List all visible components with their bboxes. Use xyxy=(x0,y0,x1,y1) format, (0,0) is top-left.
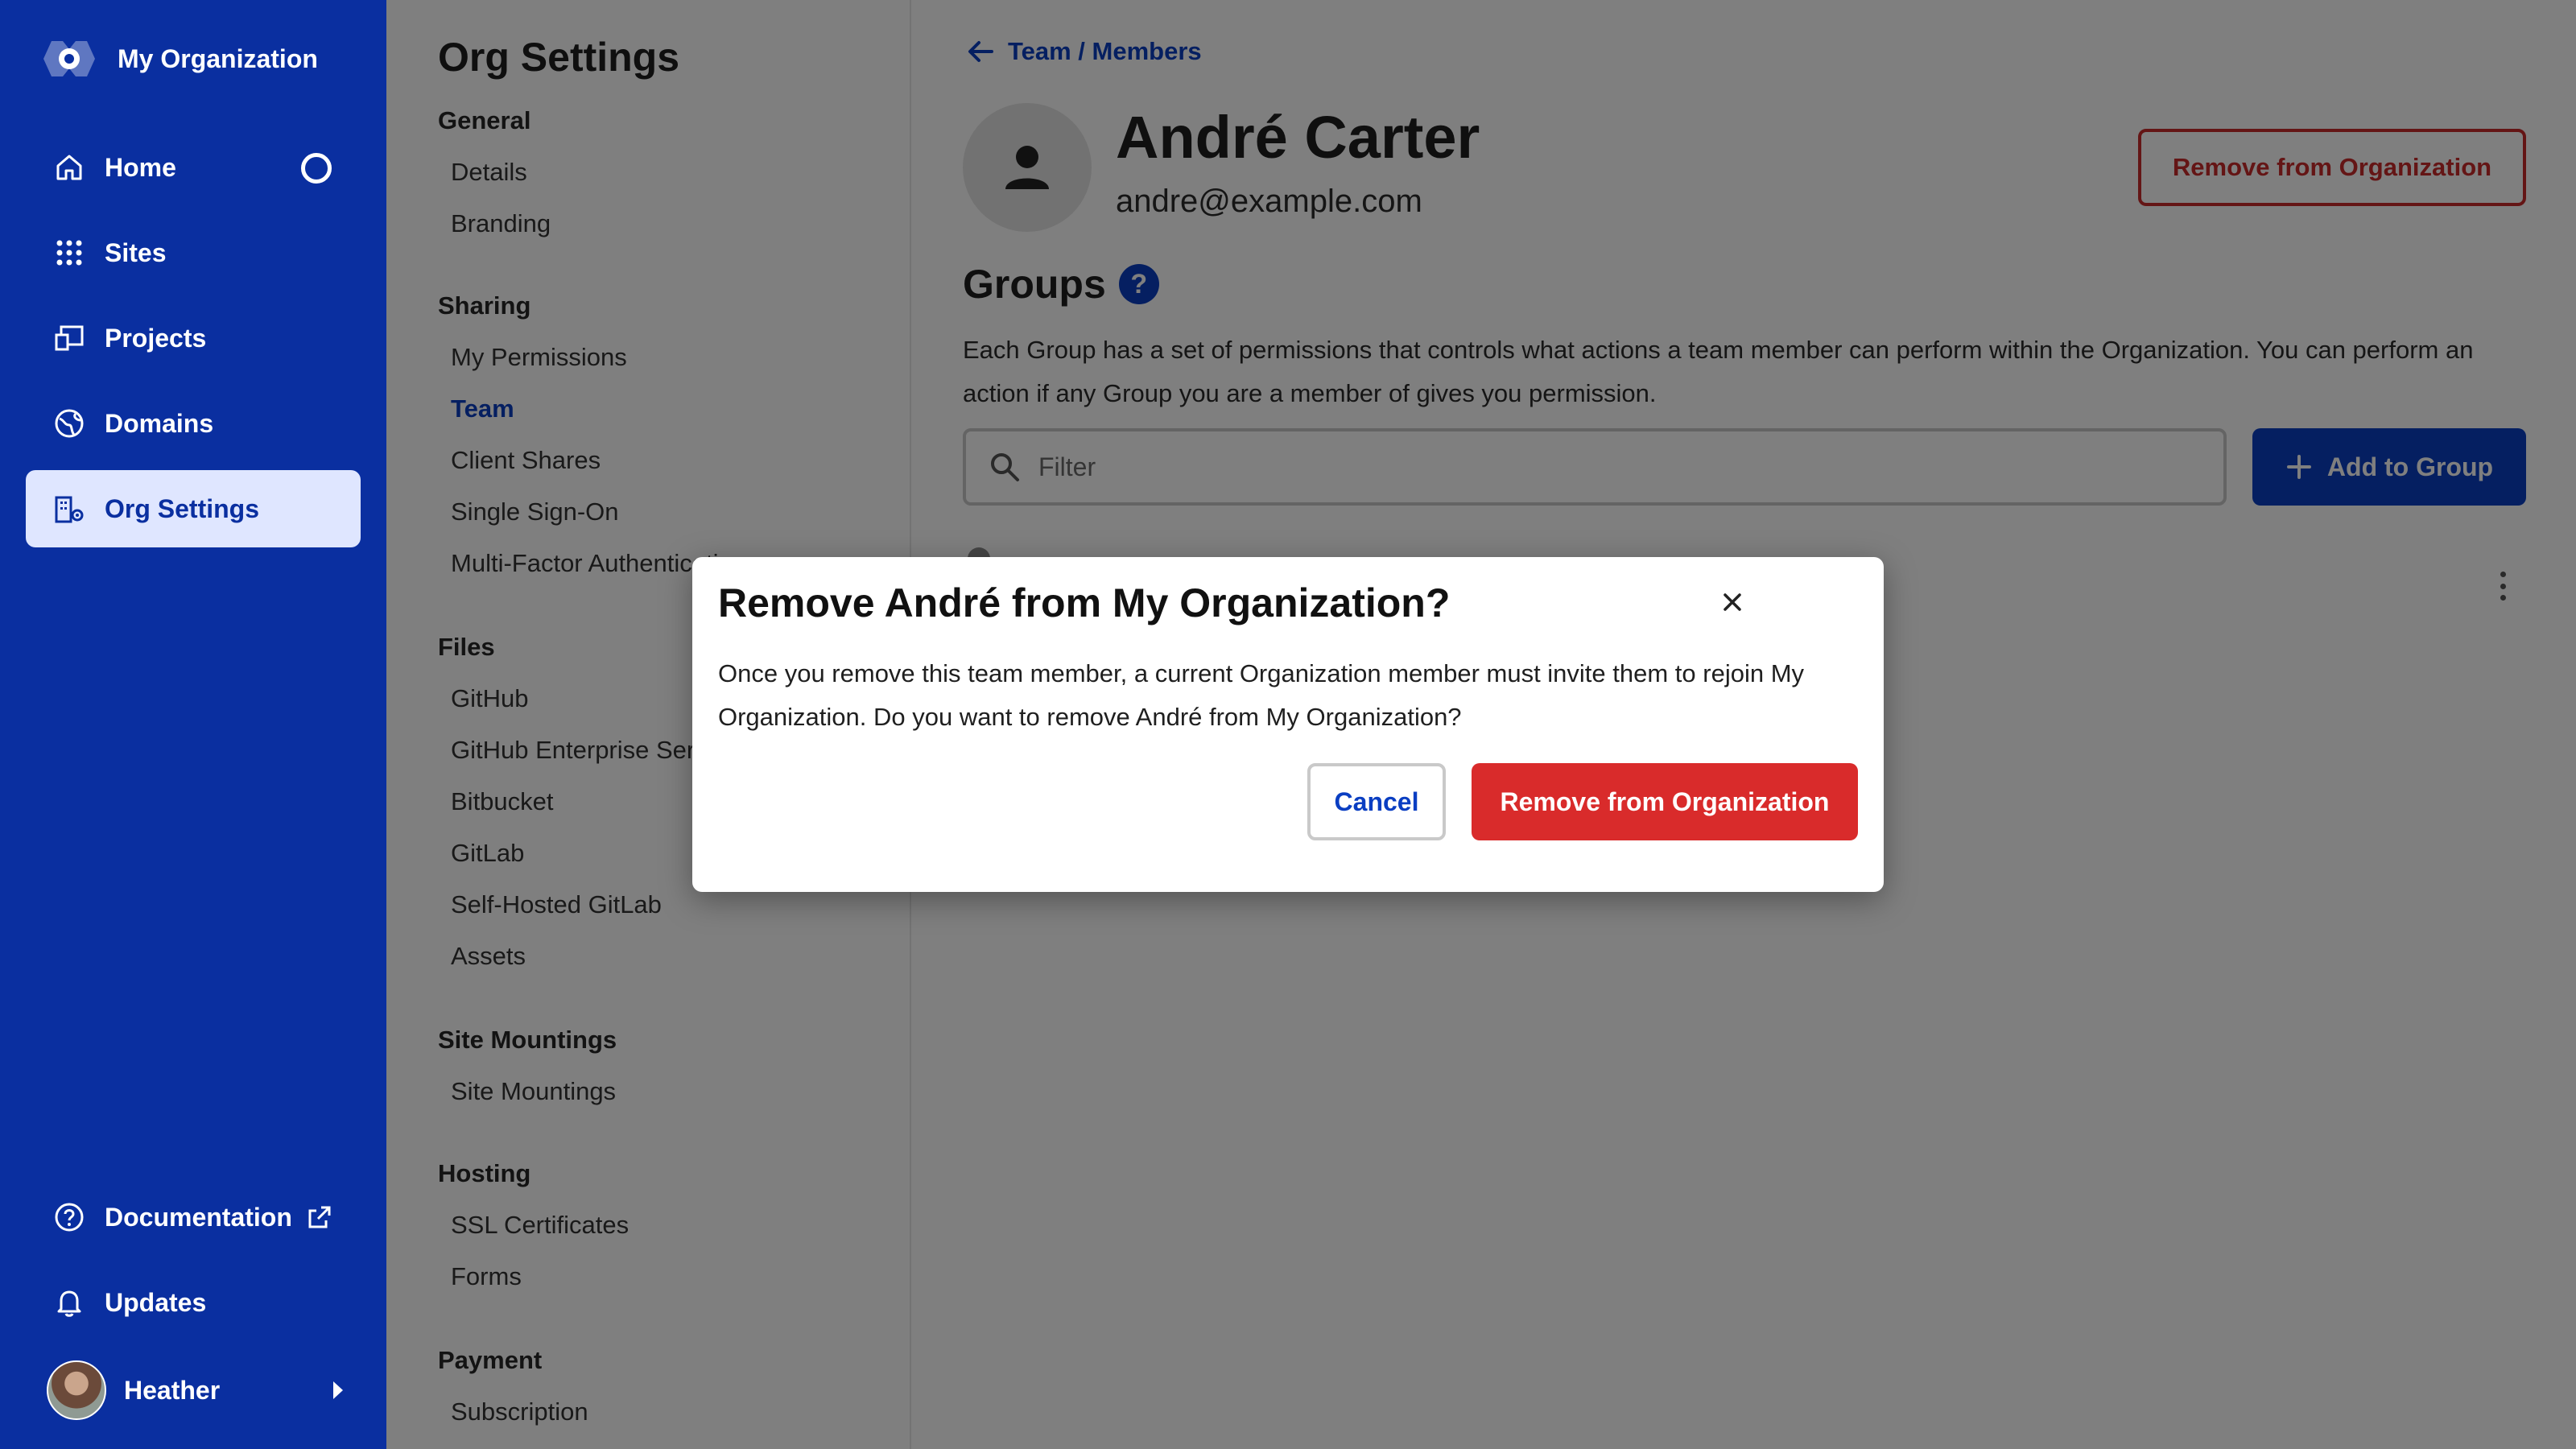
dialog-body: Once you remove this team member, a curr… xyxy=(718,659,1805,731)
user-menu[interactable]: Heather xyxy=(47,1360,343,1420)
nav-item-label: Documentation xyxy=(105,1202,292,1232)
confirm-remove-button[interactable]: Remove from Organization xyxy=(1472,763,1858,840)
nav-item-label: Sites xyxy=(105,237,167,267)
org-logo-icon xyxy=(43,41,95,76)
nav-item-home[interactable]: Home xyxy=(26,129,361,206)
user-name: Heather xyxy=(124,1375,221,1405)
external-link-icon xyxy=(308,1206,331,1228)
home-icon xyxy=(56,155,82,180)
loading-indicator-icon xyxy=(301,153,332,184)
nav-item-documentation[interactable]: Documentation xyxy=(26,1179,361,1256)
bell-icon xyxy=(57,1290,81,1317)
nav-item-label: Domains xyxy=(105,408,214,438)
nav-item-domains[interactable]: Domains xyxy=(26,385,361,462)
projects-icon xyxy=(55,325,84,351)
grid-icon xyxy=(56,240,82,266)
org-switcher[interactable]: My Organization xyxy=(42,35,318,82)
nav-item-projects[interactable]: Projects xyxy=(26,299,361,377)
caret-right-icon xyxy=(333,1381,343,1399)
avatar xyxy=(47,1360,106,1420)
nav-item-updates[interactable]: Updates xyxy=(26,1264,361,1341)
nav-item-label: Home xyxy=(105,152,176,182)
bottom-nav: Documentation Updates xyxy=(26,1179,361,1349)
org-settings-icon xyxy=(55,496,84,523)
nav-item-org-settings[interactable]: Org Settings xyxy=(26,470,361,547)
help-circle-icon xyxy=(55,1203,84,1232)
close-icon xyxy=(1724,593,1741,611)
nav-item-sites[interactable]: Sites xyxy=(26,214,361,291)
org-name: My Organization xyxy=(118,43,318,73)
nav-item-label: Projects xyxy=(105,323,207,353)
close-button[interactable] xyxy=(1715,584,1750,620)
nav-item-label: Updates xyxy=(105,1287,207,1317)
nav-item-label: Org Settings xyxy=(105,493,260,523)
confirm-remove-dialog: Remove André from My Organization? Once … xyxy=(692,557,1884,892)
globe-icon xyxy=(55,409,84,438)
dialog-title: Remove André from My Organization? xyxy=(718,580,1451,625)
cancel-button[interactable]: Cancel xyxy=(1307,763,1446,840)
left-navigation: My Organization Home Sites Projects Doma… xyxy=(0,0,386,1449)
main-nav: Home Sites Projects Domains Org Settings xyxy=(26,129,361,555)
